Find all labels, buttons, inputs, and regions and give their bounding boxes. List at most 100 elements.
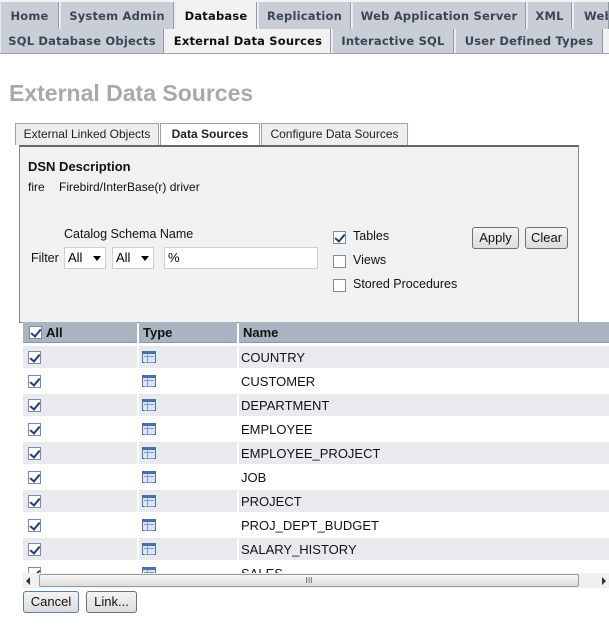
row-checkbox[interactable] xyxy=(28,423,41,436)
tab-user-defined-types[interactable]: User Defined Types xyxy=(455,29,603,53)
tab-web[interactable]: Web xyxy=(573,2,609,29)
table-row[interactable]: CUSTOMER xyxy=(23,370,609,394)
catalog-select[interactable]: All xyxy=(64,247,106,269)
row-select-cell xyxy=(23,346,137,369)
table-icon xyxy=(142,447,156,459)
dsn-description-header: DSN Description xyxy=(28,159,131,174)
table-icon xyxy=(142,375,156,387)
tab-replication[interactable]: Replication xyxy=(258,2,351,29)
row-checkbox[interactable] xyxy=(28,519,41,532)
sub-tab-bar: SQL Database Objects External Data Sourc… xyxy=(0,29,609,54)
table-icon xyxy=(142,519,156,531)
chevron-down-icon xyxy=(93,256,101,261)
table-icon xyxy=(142,495,156,507)
tab-interactive-sql[interactable]: Interactive SQL xyxy=(332,29,454,53)
row-type-cell xyxy=(139,490,237,513)
row-type-cell xyxy=(139,538,237,561)
row-select-cell xyxy=(23,394,137,417)
filter-column-headers: Catalog Schema Name xyxy=(64,227,194,241)
select-all-checkbox[interactable] xyxy=(29,326,42,339)
views-checkbox[interactable] xyxy=(333,255,346,268)
table-row[interactable]: COUNTRY xyxy=(23,346,609,370)
dsn-description: Firebird/InterBase(r) driver xyxy=(59,180,200,194)
scroll-left-icon[interactable] xyxy=(26,577,30,585)
column-header-all[interactable]: All xyxy=(23,322,137,343)
tab-system-admin[interactable]: System Admin xyxy=(60,2,174,29)
catalog-select-value: All xyxy=(68,250,83,265)
row-checkbox[interactable] xyxy=(28,447,41,460)
row-type-cell xyxy=(139,346,237,369)
filter-label: Filter xyxy=(31,251,59,265)
row-checkbox[interactable] xyxy=(28,471,41,484)
stored-procedures-label: Stored Procedures xyxy=(353,277,458,291)
table-row[interactable]: DEPARTMENT xyxy=(23,394,609,418)
name-filter-input[interactable]: % xyxy=(164,247,318,269)
scroll-right-icon[interactable] xyxy=(602,577,606,585)
tab-sql-database-objects[interactable]: SQL Database Objects xyxy=(0,29,164,53)
scrollbar-thumb[interactable]: III xyxy=(39,574,579,587)
tab-data-sources[interactable]: Data Sources xyxy=(160,123,260,146)
table-icon xyxy=(142,399,156,411)
row-checkbox[interactable] xyxy=(28,495,41,508)
row-checkbox[interactable] xyxy=(28,543,41,556)
tables-checkbox[interactable] xyxy=(333,231,346,244)
table-row[interactable]: EMPLOYEE xyxy=(23,418,609,442)
tab-home[interactable]: Home xyxy=(0,2,59,29)
tab-configure-data-sources[interactable]: Configure Data Sources xyxy=(261,123,408,145)
row-type-cell xyxy=(139,442,237,465)
column-header-name[interactable]: Name xyxy=(239,322,609,343)
tab-database[interactable]: Database xyxy=(175,2,257,29)
row-type-cell xyxy=(139,514,237,537)
row-select-cell xyxy=(23,514,137,537)
tables-label: Tables xyxy=(353,229,390,243)
row-select-cell xyxy=(23,418,137,441)
table-row[interactable]: SALARY_HISTORY xyxy=(23,538,609,562)
row-checkbox[interactable] xyxy=(28,399,41,412)
table-row[interactable]: PROJECT xyxy=(23,490,609,514)
cancel-button[interactable]: Cancel xyxy=(23,591,79,613)
row-select-cell xyxy=(23,442,137,465)
stored-procedures-checkbox[interactable] xyxy=(333,279,346,292)
row-name-cell: DEPARTMENT xyxy=(239,394,609,417)
horizontal-scrollbar[interactable]: III xyxy=(23,573,609,588)
column-header-all-label: All xyxy=(46,325,63,340)
table-icon xyxy=(142,543,156,555)
row-select-cell xyxy=(23,466,137,489)
schema-select[interactable]: All xyxy=(112,247,154,269)
tab-external-data-sources[interactable]: External Data Sources xyxy=(165,29,331,53)
row-select-cell xyxy=(23,370,137,393)
page-title: External Data Sources xyxy=(9,80,254,106)
table-row[interactable]: PROJ_DEPT_BUDGET xyxy=(23,514,609,538)
link-button[interactable]: Link... xyxy=(86,591,137,613)
row-select-cell xyxy=(23,490,137,513)
row-name-cell: COUNTRY xyxy=(239,346,609,369)
row-name-cell: PROJECT xyxy=(239,490,609,513)
table-row[interactable]: JOB xyxy=(23,466,609,490)
table-icon xyxy=(142,471,156,483)
table-icon xyxy=(142,423,156,435)
row-name-cell: JOB xyxy=(239,466,609,489)
row-name-cell: EMPLOYEE xyxy=(239,418,609,441)
tab-xml[interactable]: XML xyxy=(527,2,572,29)
row-name-cell: PROJ_DEPT_BUDGET xyxy=(239,514,609,537)
row-select-cell xyxy=(23,538,137,561)
column-header-type[interactable]: Type xyxy=(139,322,237,343)
row-name-cell: SALARY_HISTORY xyxy=(239,538,609,561)
row-type-cell xyxy=(139,466,237,489)
row-type-cell xyxy=(139,394,237,417)
schema-select-value: All xyxy=(116,250,131,265)
views-label: Views xyxy=(353,253,387,267)
tab-web-application-server[interactable]: Web Application Server xyxy=(352,2,526,29)
dsn-name: fire xyxy=(28,180,45,194)
table-icon xyxy=(142,351,156,363)
row-type-cell xyxy=(139,370,237,393)
tab-external-linked-objects[interactable]: External Linked Objects xyxy=(15,123,159,145)
row-checkbox[interactable] xyxy=(28,375,41,388)
clear-button[interactable]: Clear xyxy=(525,227,568,249)
row-checkbox[interactable] xyxy=(28,351,41,364)
apply-button[interactable]: Apply xyxy=(472,227,519,249)
objects-table: All Type Name COUNTRY CUSTOMER DEPARTMENT E… xyxy=(23,322,609,574)
chevron-down-icon xyxy=(141,256,149,261)
table-row[interactable]: EMPLOYEE_PROJECT xyxy=(23,442,609,466)
top-tab-bar: Home System Admin Database Replication W… xyxy=(0,0,609,29)
